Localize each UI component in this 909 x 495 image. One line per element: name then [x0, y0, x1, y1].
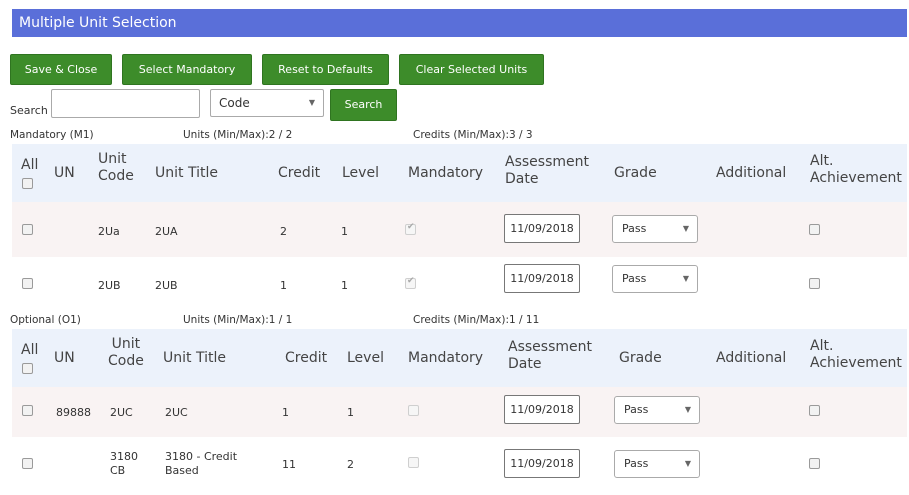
section-header-mandatory: Mandatory (M1) Units (Min/Max):2 / 2 Cre…: [10, 129, 610, 143]
row-select-checkbox[interactable]: [22, 224, 33, 235]
mandatory-checkbox: [408, 405, 419, 416]
section-credits: Credits (Min/Max):1 / 11: [413, 314, 540, 326]
unit-credit: 2: [280, 225, 287, 238]
alt-achievement-checkbox[interactable]: [809, 405, 820, 416]
clear-selected-button[interactable]: Clear Selected Units: [399, 54, 544, 85]
mandatory-checkbox: [408, 457, 419, 468]
select-all-checkbox[interactable]: [22, 178, 33, 189]
unit-level: 1: [341, 279, 348, 292]
reset-defaults-button[interactable]: Reset to Defaults: [262, 54, 389, 85]
row-select-checkbox[interactable]: [22, 458, 33, 469]
grade-select[interactable]: Pass ▼: [612, 215, 698, 243]
col-unit-title: Unit Title: [155, 165, 218, 181]
search-input[interactable]: [51, 89, 200, 118]
col-level: Level: [347, 350, 384, 366]
col-all: All: [21, 157, 39, 173]
unit-title: 2UC: [165, 406, 188, 419]
unit-title: 3180 - Credit Based: [165, 450, 238, 477]
select-all-checkbox[interactable]: [22, 363, 33, 374]
col-mandatory: Mandatory: [408, 350, 484, 366]
chevron-down-icon: ▼: [684, 405, 691, 414]
table-header: All UN Unit Code Unit Title Credit Level …: [12, 329, 907, 387]
unit-code: 3180 CB: [110, 450, 138, 477]
col-alt-achievement: Alt. Achievement: [810, 338, 902, 371]
assessment-date-input[interactable]: 11/09/2018: [504, 264, 580, 293]
row-select-checkbox[interactable]: [22, 405, 33, 416]
table-row: 3180 CB 3180 - Credit Based 11 2 11/09/201…: [12, 437, 907, 492]
unit-title: 2UB: [155, 279, 178, 292]
search-field-select[interactable]: Code ▼: [210, 89, 324, 117]
col-unit-code: Unit Code: [108, 336, 144, 369]
unit-level: 2: [347, 458, 354, 471]
unit-code: 2UC: [110, 406, 133, 419]
window-title: Multiple Unit Selection: [12, 9, 907, 37]
unit-credit: 1: [282, 406, 289, 419]
check-icon: ✔: [407, 222, 415, 232]
col-un: UN: [54, 350, 75, 366]
chevron-down-icon: ▼: [684, 459, 691, 468]
col-grade: Grade: [614, 165, 657, 181]
table-row: 2Ua 2UA 2 1 ✔ 11/09/2018 Pass ▼: [12, 202, 907, 257]
unit-credit: 11: [282, 458, 296, 471]
section-name: Mandatory (M1): [10, 129, 94, 141]
search-field-value: Code: [219, 96, 250, 110]
row-select-checkbox[interactable]: [22, 278, 33, 289]
search-label: Search: [10, 104, 48, 117]
col-additional: Additional: [716, 165, 787, 181]
grade-value: Pass: [624, 403, 649, 416]
col-grade: Grade: [619, 350, 662, 366]
save-close-button[interactable]: Save & Close: [10, 54, 112, 85]
assessment-date-input[interactable]: 11/09/2018: [504, 449, 580, 478]
unit-code: 2Ua: [98, 225, 120, 238]
col-unit-code: Unit Code: [98, 151, 134, 184]
grade-select[interactable]: Pass ▼: [614, 450, 700, 478]
col-all: All: [21, 342, 39, 358]
unit-level: 1: [341, 225, 348, 238]
grade-select[interactable]: Pass ▼: [612, 265, 698, 293]
chevron-down-icon: ▼: [682, 224, 689, 233]
assessment-date-input[interactable]: 11/09/2018: [504, 214, 580, 243]
col-credit: Credit: [285, 350, 328, 366]
grade-select[interactable]: Pass ▼: [614, 396, 700, 424]
alt-achievement-checkbox[interactable]: [809, 224, 820, 235]
col-mandatory: Mandatory: [408, 165, 484, 181]
mandatory-checkbox: ✔: [405, 276, 416, 289]
col-alt-achievement: Alt. Achievement: [810, 153, 902, 186]
select-mandatory-button[interactable]: Select Mandatory: [122, 54, 252, 85]
alt-achievement-checkbox[interactable]: [809, 458, 820, 469]
section-units: Units (Min/Max):2 / 2: [183, 129, 293, 141]
chevron-down-icon: ▼: [682, 274, 689, 283]
unit-code: 2UB: [98, 279, 121, 292]
section-credits: Credits (Min/Max):3 / 3: [413, 129, 533, 141]
table-row: 2UB 2UB 1 1 ✔ 11/09/2018 Pass ▼: [12, 257, 907, 310]
section-header-optional: Optional (O1) Units (Min/Max):1 / 1 Cred…: [10, 314, 610, 328]
col-un: UN: [54, 165, 75, 181]
check-icon: ✔: [407, 276, 415, 286]
table-header: All UN Unit Code Unit Title Credit Level …: [12, 144, 907, 202]
unit-title: 2UA: [155, 225, 178, 238]
col-assessment-date: Assessment Date: [508, 339, 592, 372]
unit-credit: 1: [280, 279, 287, 292]
grade-value: Pass: [622, 222, 647, 235]
mandatory-checkbox: ✔: [405, 222, 416, 235]
section-units: Units (Min/Max):1 / 1: [183, 314, 293, 326]
search-button[interactable]: Search: [330, 89, 397, 121]
assessment-date-input[interactable]: 11/09/2018: [504, 395, 580, 424]
chevron-down-icon: ▼: [308, 98, 315, 107]
col-assessment-date: Assessment Date: [505, 154, 589, 187]
grade-value: Pass: [622, 272, 647, 285]
col-credit: Credit: [278, 165, 321, 181]
col-unit-title: Unit Title: [163, 350, 226, 366]
unit-level: 1: [347, 406, 354, 419]
section-name: Optional (O1): [10, 314, 81, 326]
alt-achievement-checkbox[interactable]: [809, 278, 820, 289]
table-row: 89888 2UC 2UC 1 1 11/09/2018 Pass ▼: [12, 387, 907, 437]
grade-value: Pass: [624, 457, 649, 470]
unit-un: 89888: [56, 406, 91, 419]
col-level: Level: [342, 165, 379, 181]
col-additional: Additional: [716, 350, 787, 366]
